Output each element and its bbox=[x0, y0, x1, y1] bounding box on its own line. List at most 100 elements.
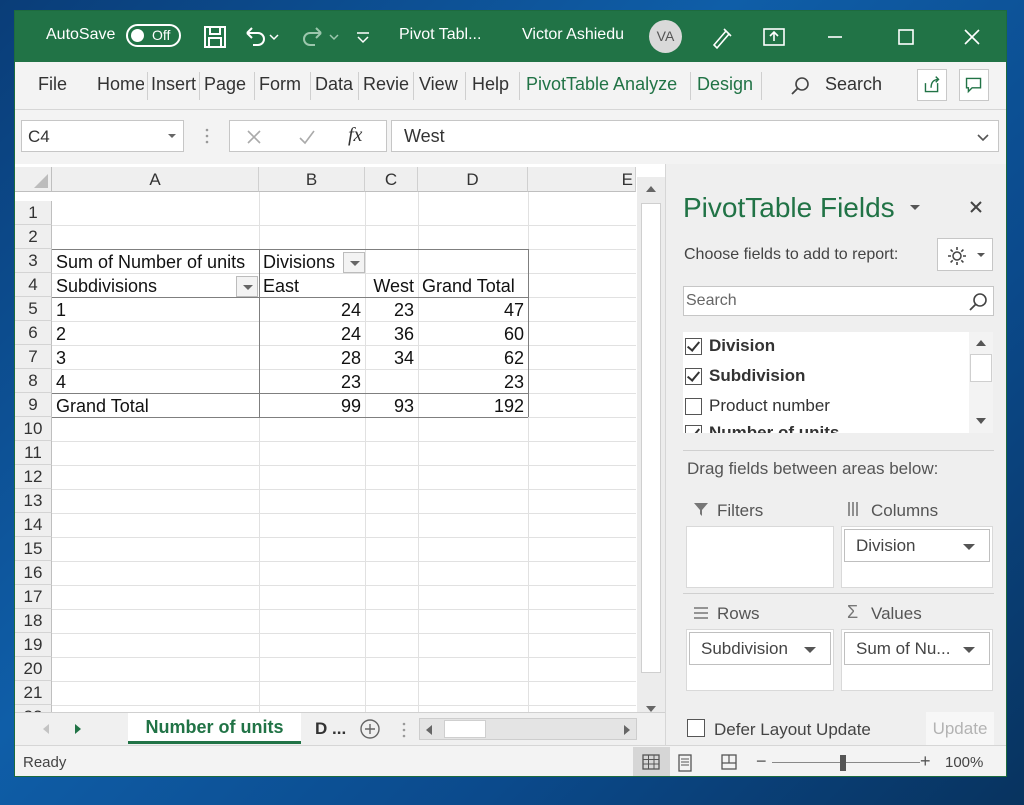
checkbox[interactable] bbox=[685, 398, 702, 415]
autosave-toggle[interactable]: Off bbox=[126, 24, 181, 47]
column-filter-dropdown[interactable] bbox=[343, 252, 365, 273]
pivot-cell[interactable]: 36 bbox=[367, 322, 414, 346]
pane-options-icon[interactable] bbox=[909, 204, 921, 212]
pivot-cell[interactable]: 192 bbox=[420, 394, 524, 418]
pivot-cell[interactable]: 23 bbox=[367, 298, 414, 322]
pivot-column-field[interactable]: Divisions bbox=[263, 250, 343, 274]
checkbox[interactable] bbox=[685, 368, 702, 385]
row-header[interactable]: 17 bbox=[15, 585, 52, 609]
scroll-right-icon[interactable] bbox=[622, 724, 632, 736]
pivot-cell[interactable]: 28 bbox=[261, 346, 361, 370]
sheet-tab[interactable]: D ... bbox=[315, 719, 346, 739]
tab-home[interactable]: Home bbox=[97, 74, 144, 95]
hscroll-thumb[interactable] bbox=[444, 720, 486, 738]
column-header-c[interactable]: C bbox=[365, 167, 418, 192]
pivot-col-east[interactable]: East bbox=[263, 274, 363, 298]
cancel-icon[interactable] bbox=[246, 129, 262, 145]
column-header-a[interactable]: A bbox=[52, 167, 259, 192]
pivot-row-label[interactable]: 2 bbox=[56, 322, 256, 346]
minimize-icon[interactable] bbox=[821, 23, 849, 51]
checkbox[interactable] bbox=[685, 338, 702, 355]
redo-icon[interactable] bbox=[299, 23, 327, 51]
pivot-row-field[interactable]: Subdivisions bbox=[56, 274, 236, 298]
pivot-row-label[interactable]: 4 bbox=[56, 370, 256, 394]
tab-file[interactable]: File bbox=[38, 74, 67, 95]
pivot-col-grand-total[interactable]: Grand Total bbox=[422, 274, 526, 298]
scroll-down-icon[interactable] bbox=[974, 416, 988, 426]
avatar[interactable]: VA bbox=[649, 20, 682, 53]
columns-field-chip[interactable]: Division bbox=[844, 529, 990, 562]
tab-page-layout[interactable]: Page bbox=[204, 74, 246, 95]
tab-review[interactable]: Revie bbox=[363, 74, 410, 95]
tab-pivottable-analyze[interactable]: PivotTable Analyze bbox=[526, 74, 677, 95]
row-header[interactable]: 7 bbox=[15, 345, 52, 369]
scroll-left-icon[interactable] bbox=[424, 724, 434, 736]
zoom-in-icon[interactable]: + bbox=[920, 751, 931, 772]
tab-help[interactable]: Help bbox=[472, 74, 509, 95]
row-header[interactable]: 3 bbox=[15, 249, 52, 273]
row-header[interactable]: 16 bbox=[15, 561, 52, 585]
scroll-up-icon[interactable] bbox=[974, 338, 988, 348]
insert-function-button[interactable]: fx bbox=[348, 124, 362, 147]
pen-icon[interactable] bbox=[707, 23, 735, 51]
undo-icon[interactable] bbox=[241, 23, 269, 51]
pivot-cell[interactable]: 23 bbox=[420, 370, 524, 394]
pivot-cell[interactable]: 47 bbox=[420, 298, 524, 322]
row-header[interactable]: 22 bbox=[15, 705, 52, 712]
name-box[interactable]: C4 bbox=[21, 120, 184, 152]
worksheet-grid[interactable]: A B C D E 1 2 3 4 5 6 7 8 9 10 11 12 13 … bbox=[15, 164, 665, 712]
zoom-out-icon[interactable]: − bbox=[756, 751, 767, 772]
row-header[interactable]: 10 bbox=[15, 417, 52, 441]
row-header[interactable]: 15 bbox=[15, 537, 52, 561]
rows-field-chip[interactable]: Subdivision bbox=[689, 632, 831, 665]
row-header[interactable]: 8 bbox=[15, 369, 52, 393]
row-header[interactable]: 18 bbox=[15, 609, 52, 633]
search-icon[interactable] bbox=[789, 75, 811, 97]
maximize-icon[interactable] bbox=[892, 23, 920, 51]
zoom-slider[interactable] bbox=[772, 762, 920, 763]
row-header[interactable]: 12 bbox=[15, 465, 52, 489]
row-header[interactable]: 21 bbox=[15, 681, 52, 705]
zoom-level[interactable]: 100% bbox=[945, 754, 983, 771]
checkbox[interactable] bbox=[685, 425, 702, 433]
rows-drop-area[interactable]: Subdivision bbox=[686, 629, 834, 691]
tab-data[interactable]: Data bbox=[315, 74, 353, 95]
scroll-thumb[interactable] bbox=[641, 203, 661, 673]
tab-view[interactable]: View bbox=[419, 74, 458, 95]
redo-dropdown-icon[interactable] bbox=[327, 23, 341, 51]
share-button[interactable] bbox=[917, 69, 947, 101]
horizontal-scrollbar[interactable] bbox=[419, 718, 637, 740]
column-header-d[interactable]: D bbox=[418, 167, 528, 192]
enter-check-icon[interactable] bbox=[298, 129, 316, 145]
save-icon[interactable] bbox=[201, 23, 229, 51]
page-break-preview-icon[interactable] bbox=[720, 753, 738, 771]
split-handle-icon[interactable] bbox=[401, 721, 407, 739]
field-list-scrollbar[interactable] bbox=[969, 332, 993, 433]
values-drop-area[interactable]: Sum of Nu... bbox=[841, 629, 993, 691]
tab-formulas[interactable]: Form bbox=[259, 74, 307, 95]
pivot-cell[interactable]: 24 bbox=[261, 322, 361, 346]
field-search-input[interactable]: Search bbox=[683, 286, 994, 316]
ribbon-display-options-icon[interactable] bbox=[760, 23, 788, 51]
tell-me-search[interactable]: Search bbox=[825, 74, 882, 95]
row-header[interactable]: 4 bbox=[15, 273, 52, 297]
row-header[interactable]: 1 bbox=[15, 201, 52, 225]
pivot-cell[interactable]: 62 bbox=[420, 346, 524, 370]
row-header[interactable]: 11 bbox=[15, 441, 52, 465]
normal-view-button[interactable] bbox=[633, 747, 670, 776]
user-name[interactable]: Victor Ashiedu bbox=[522, 26, 624, 44]
columns-drop-area[interactable]: Division bbox=[841, 526, 993, 588]
formula-input[interactable]: West bbox=[391, 120, 999, 152]
pivot-cell[interactable] bbox=[367, 370, 414, 394]
scroll-up-icon[interactable] bbox=[641, 177, 661, 201]
scroll-thumb[interactable] bbox=[970, 354, 992, 382]
pivot-cell[interactable]: 24 bbox=[261, 298, 361, 322]
close-pane-icon[interactable] bbox=[969, 200, 983, 214]
pivot-row-label[interactable]: 3 bbox=[56, 346, 256, 370]
pivot-value-header[interactable]: Sum of Number of units bbox=[56, 250, 257, 274]
pivot-cell[interactable]: 23 bbox=[261, 370, 361, 394]
tab-insert[interactable]: Insert bbox=[151, 74, 196, 95]
undo-dropdown-icon[interactable] bbox=[267, 23, 281, 51]
row-header[interactable]: 9 bbox=[15, 393, 52, 417]
row-header[interactable]: 13 bbox=[15, 489, 52, 513]
